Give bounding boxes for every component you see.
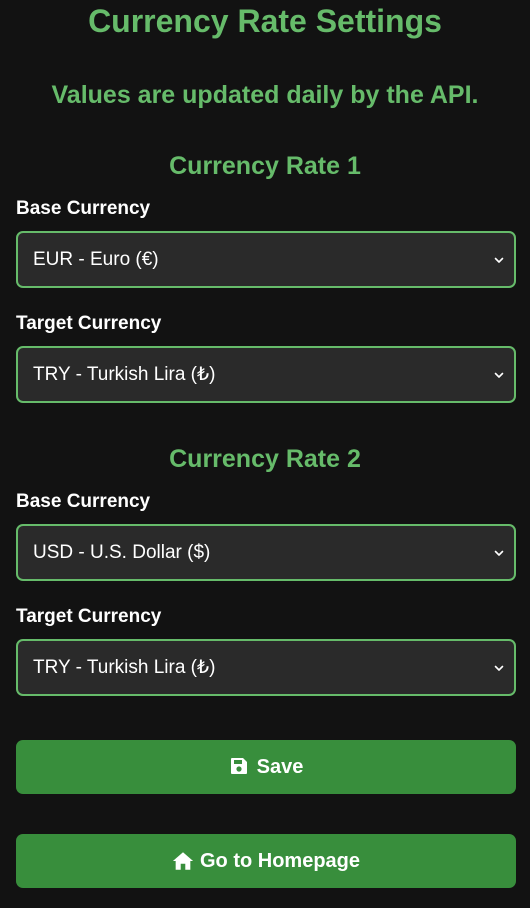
chevron-down-icon — [494, 257, 504, 263]
floppy-disk-icon — [229, 756, 251, 778]
rate-2-base-value: USD - U.S. Dollar ($) — [33, 541, 211, 563]
homepage-button[interactable]: Go to Homepage — [16, 834, 516, 888]
chevron-down-icon — [494, 665, 504, 671]
save-button[interactable]: Save — [16, 740, 516, 794]
rate-1-target-label: Target Currency — [16, 313, 162, 334]
rate-1-base-value: EUR - Euro (€) — [33, 248, 159, 270]
rate-1-base-select[interactable]: EUR - Euro (€) — [16, 231, 516, 288]
rate-2-base-select[interactable]: USD - U.S. Dollar ($) — [16, 524, 516, 581]
rate-1-base-label: Base Currency — [16, 198, 151, 219]
rate-2-target-value: TRY - Turkish Lira (₺) — [33, 657, 216, 678]
rate-1-heading: Currency Rate 1 — [169, 152, 361, 180]
homepage-button-label: Go to Homepage — [199, 849, 360, 872]
rate-1-target-value: TRY - Turkish Lira (₺) — [33, 364, 216, 385]
chevron-down-icon — [494, 550, 504, 556]
save-button-label: Save — [256, 755, 304, 778]
chevron-down-icon — [494, 372, 504, 378]
page-title: Currency Rate Settings — [88, 3, 442, 39]
settings-page: Currency Rate Settings Values are update… — [0, 0, 530, 908]
house-icon — [172, 850, 194, 872]
rate-2-target-label: Target Currency — [16, 606, 162, 627]
page-subtitle: Values are updated daily by the API. — [51, 81, 479, 109]
rate-1-target-select[interactable]: TRY - Turkish Lira (₺) — [16, 346, 516, 403]
rate-2-base-label: Base Currency — [16, 491, 151, 512]
rate-2-target-select[interactable]: TRY - Turkish Lira (₺) — [16, 639, 516, 696]
rate-2-heading: Currency Rate 2 — [169, 445, 361, 473]
